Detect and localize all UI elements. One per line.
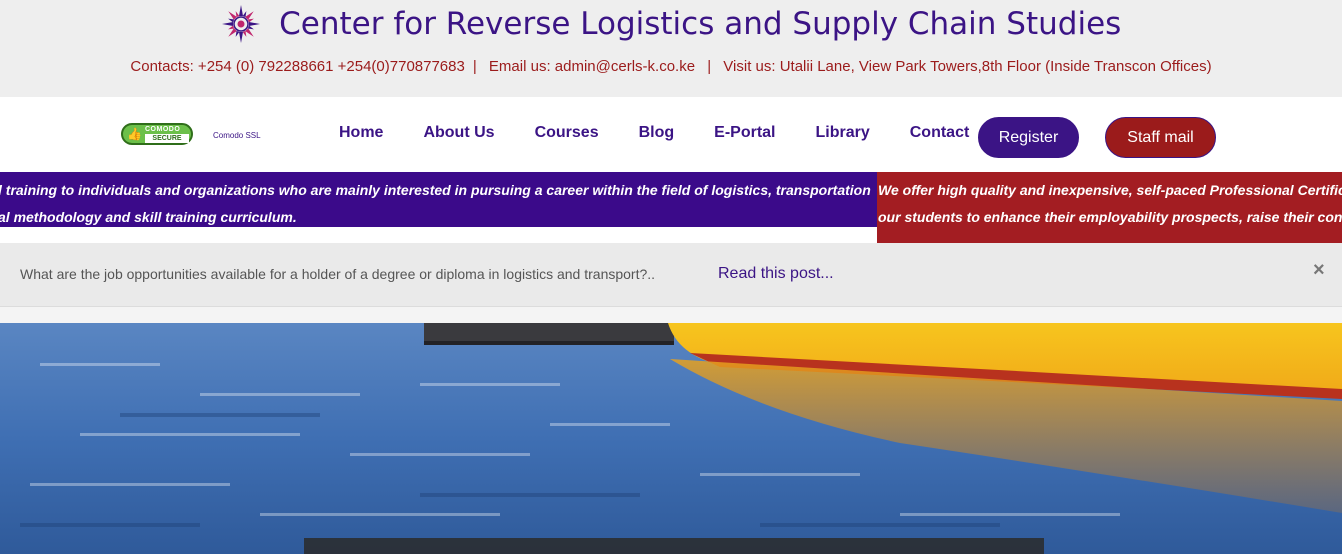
separator: | (707, 58, 712, 75)
notice-bar: What are the job opportunities available… (0, 243, 1342, 307)
nav-library[interactable]: Library (815, 124, 869, 142)
register-button[interactable]: Register (978, 117, 1079, 158)
hero-spacer (0, 307, 1342, 323)
ship-harbor-image (0, 323, 1342, 554)
nav-e-portal[interactable]: E-Portal (714, 124, 775, 142)
main-navbar: 👍 COMODO SECURE Comodo SSL Home About Us… (0, 97, 1342, 172)
marquee-line: l training to individuals and organizati… (0, 182, 871, 198)
hero-image (0, 323, 1342, 554)
contact-email[interactable]: Email us: admin@cerls-k.co.ke (489, 58, 695, 75)
marquee-text-purple: l training to individuals and organizati… (0, 177, 871, 227)
comodo-brand: COMODO (145, 126, 181, 133)
marquee-line: We offer high quality and inexpensive, s… (878, 182, 1342, 198)
read-post-link[interactable]: Read this post... (718, 265, 834, 283)
comodo-secure-badge[interactable]: 👍 COMODO SECURE (121, 123, 193, 145)
marquee-line: our students to enhance their employabil… (878, 209, 1342, 225)
comodo-secure-label: SECURE (145, 134, 189, 143)
notice-text: What are the job opportunities available… (20, 266, 656, 282)
separator: | (472, 58, 477, 75)
contact-info: Contacts: +254 (0) 792288661 +254(0)7708… (0, 58, 1342, 75)
nav-blog[interactable]: Blog (639, 124, 675, 142)
marquee-band-red: We offer high quality and inexpensive, s… (877, 172, 1342, 243)
marquee-text-red: We offer high quality and inexpensive, s… (878, 177, 1342, 231)
nav-courses[interactable]: Courses (535, 124, 599, 142)
compass-logo-icon[interactable] (221, 4, 261, 44)
contact-address: Visit us: Utalii Lane, View Park Towers,… (723, 58, 1212, 75)
nav-contact[interactable]: Contact (910, 124, 970, 142)
close-icon[interactable]: × (1313, 259, 1325, 282)
nav-home[interactable]: Home (339, 124, 383, 142)
primary-nav: Home About Us Courses Blog E-Portal Libr… (339, 124, 1009, 142)
marquee-band-purple: l training to individuals and organizati… (0, 172, 877, 227)
site-title: Center for Reverse Logistics and Supply … (279, 6, 1122, 42)
hero-caption-overlay (304, 538, 1044, 554)
marquee-line: al methodology and skill training curric… (0, 209, 297, 225)
site-title-row: Center for Reverse Logistics and Supply … (0, 4, 1342, 44)
comodo-ssl-label[interactable]: Comodo SSL (213, 131, 261, 140)
contact-phones: Contacts: +254 (0) 792288661 +254(0)7708… (130, 58, 465, 75)
site-header: Center for Reverse Logistics and Supply … (0, 0, 1342, 97)
nav-about-us[interactable]: About Us (423, 124, 494, 142)
staff-mail-button[interactable]: Staff mail (1105, 117, 1216, 158)
thumbs-up-icon: 👍 (127, 127, 142, 141)
